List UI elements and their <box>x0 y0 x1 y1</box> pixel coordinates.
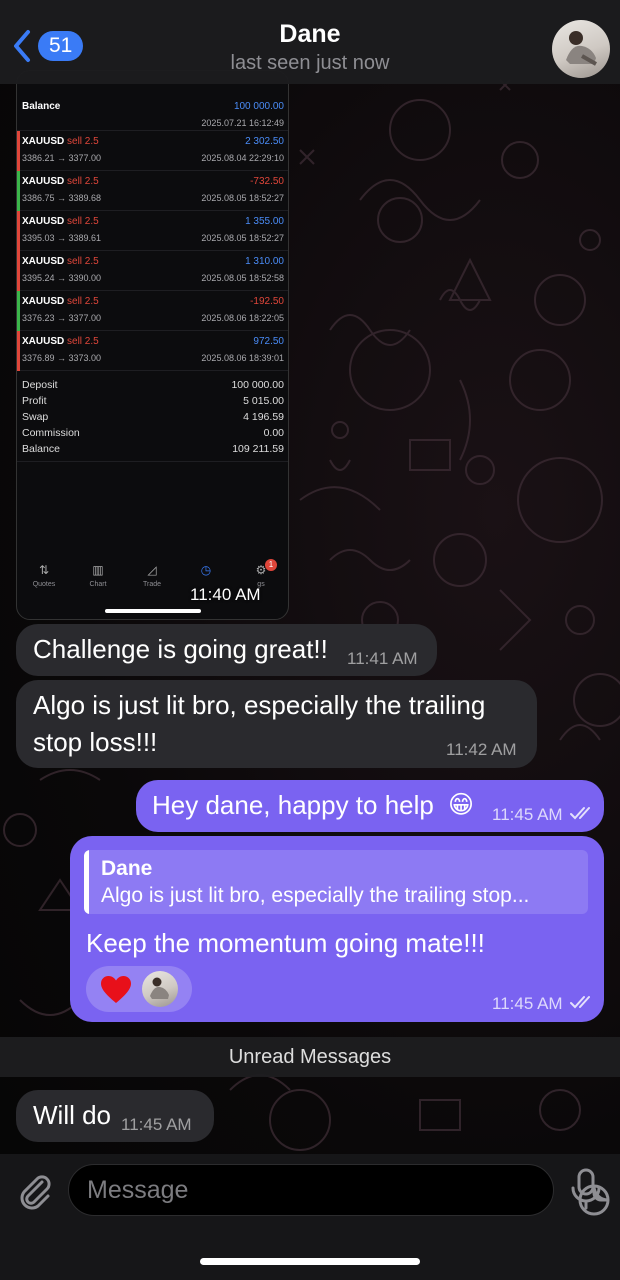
trade-icon: ◿ <box>147 563 157 577</box>
tab-trade: ◿ Trade <box>132 563 172 588</box>
message-input[interactable] <box>87 1173 487 1207</box>
trade-side-bar <box>17 291 20 331</box>
summary-balance: Balance 109 211.59 <box>22 443 284 455</box>
trade-symbol: XAUUSD sell 2.5 <box>22 176 99 187</box>
contact-avatar[interactable] <box>552 20 610 78</box>
message-time: 11:45 AM <box>121 1115 192 1134</box>
trade-symbol: XAUUSD sell 2.5 <box>22 136 99 147</box>
trade-prices: 3386.21 → 3377.00 <box>22 153 102 163</box>
message-bubble-incoming[interactable]: Challenge is going great!! 11:41 AM <box>16 624 437 676</box>
trade-symbol: XAUUSD sell 2.5 <box>22 256 99 267</box>
trade-prices: 3395.03 → 3389.61 <box>22 233 102 243</box>
trade-row: XAUUSD sell 2.5 3395.24 → 3390.00 1 310.00… <box>17 251 288 291</box>
message-input-bar <box>0 1154 620 1280</box>
heart-reaction[interactable] <box>86 966 192 1012</box>
message-time: 11:45 AM <box>492 994 563 1013</box>
heart-icon <box>101 976 131 1003</box>
trade-time: 2025.08.04 22:29:10 <box>201 153 284 163</box>
trade-symbol: XAUUSD sell 2.5 <box>22 336 99 347</box>
home-indicator <box>200 1258 420 1265</box>
trade-time: 2025.08.05 18:52:27 <box>201 193 284 203</box>
reply-author: Dane <box>101 857 153 880</box>
message-text: Hey dane, happy to help <box>152 790 434 820</box>
message-bubble-incoming[interactable]: Will do 11:45 AM <box>16 1090 214 1142</box>
summary-commission: Commission 0.00 <box>22 427 284 439</box>
trade-profit: 1 355.00 <box>245 216 284 227</box>
message-text: Challenge is going great!! <box>33 634 328 664</box>
avatar-photo-icon <box>566 31 597 66</box>
trade-profit: -192.50 <box>250 296 284 307</box>
balance-label: Balance <box>22 101 61 112</box>
trade-symbol: XAUUSD sell 2.5 <box>22 296 99 307</box>
trade-prices: 3376.89 → 3373.00 <box>22 353 102 363</box>
balance-time: 2025.07.21 16:12:49 <box>201 118 284 128</box>
trade-prices: 3376.23 → 3377.00 <box>22 313 102 323</box>
summary-profit: Profit 5 015.00 <box>22 395 284 407</box>
trade-history-screenshot[interactable]: Balance 100 000.00 2025.07.21 16:12:49 X… <box>16 70 289 620</box>
chart-icon: ▥ <box>92 563 104 577</box>
unread-messages-separator: Unread Messages <box>0 1037 620 1077</box>
quotes-icon: ⇅ <box>38 563 50 577</box>
chat-header: 51 Dane last seen just now <box>0 0 620 84</box>
trade-row: XAUUSD sell 2.5 3386.21 → 3377.00 2 302.50… <box>17 131 288 171</box>
message-bubble-outgoing[interactable]: Hey dane, happy to help 😁 11:45 AM <box>136 780 604 832</box>
message-bubble-incoming[interactable]: Algo is just lit bro, especially the tra… <box>16 680 537 768</box>
trade-side-bar <box>17 211 20 251</box>
double-check-icon <box>570 807 590 820</box>
image-time: 11:40 AM <box>190 585 261 604</box>
trade-profit: -732.50 <box>250 176 284 187</box>
trade-time: 2025.08.05 18:52:58 <box>201 273 284 283</box>
home-indicator <box>105 609 201 613</box>
message-time: 11:41 AM <box>347 649 418 668</box>
grinning-emoji-icon: 😁 <box>448 791 475 819</box>
summary-deposit: Deposit 100 000.00 <box>22 379 284 391</box>
tab-chart: ▥ Chart <box>78 563 118 588</box>
summary-swap: Swap 4 196.59 <box>22 411 284 423</box>
microphone-icon[interactable] <box>568 1168 604 1210</box>
last-seen-status: last seen just now <box>230 52 390 74</box>
paperclip-icon[interactable] <box>14 1170 54 1210</box>
trade-profit: 1 310.00 <box>245 256 284 267</box>
reply-bar <box>84 850 89 914</box>
reactor-avatar <box>142 971 178 1007</box>
message-time: 11:45 AM <box>492 805 563 824</box>
reply-text: Algo is just lit bro, especially the tra… <box>101 884 530 907</box>
reply-quote[interactable]: Dane Algo is just lit bro, especially th… <box>84 850 588 914</box>
trade-profit: 972.50 <box>253 336 284 347</box>
trade-time: 2025.08.06 18:39:01 <box>201 353 284 363</box>
trade-row: XAUUSD sell 2.5 3395.03 → 3389.61 1 355.00… <box>17 211 288 251</box>
contact-name[interactable]: Dane <box>0 20 620 49</box>
tab-quotes: ⇅ Quotes <box>24 563 64 588</box>
trade-prices: 3395.24 → 3390.00 <box>22 273 102 283</box>
trade-profit: 2 302.50 <box>245 136 284 147</box>
tab-history: ◷ <box>186 563 226 581</box>
trade-symbol: XAUUSD sell 2.5 <box>22 216 99 227</box>
trade-side-bar <box>17 251 20 291</box>
trade-row: XAUUSD sell 2.5 3376.89 → 3373.00 972.50 20… <box>17 331 288 371</box>
avatar-photo-icon <box>150 977 169 999</box>
message-text: Keep the momentum going mate!!! <box>86 928 485 958</box>
message-text-line2: stop loss!!! <box>33 727 158 757</box>
trade-time: 2025.08.06 18:22:05 <box>201 313 284 323</box>
settings-badge: 1 <box>265 559 277 571</box>
double-check-icon <box>570 996 590 1009</box>
trade-row: XAUUSD sell 2.5 3376.23 → 3377.00 -192.50 2… <box>17 291 288 331</box>
trade-prices: 3386.75 → 3389.68 <box>22 193 102 203</box>
message-time: 11:42 AM <box>446 740 517 759</box>
balance-value: 100 000.00 <box>233 101 284 112</box>
trade-side-bar <box>17 331 20 371</box>
trade-time: 2025.08.05 18:52:27 <box>201 233 284 243</box>
message-text-line1: Algo is just lit bro, especially the tra… <box>33 690 486 720</box>
trade-side-bar <box>17 131 20 171</box>
trade-row: XAUUSD sell 2.5 3386.75 → 3389.68 -732.50 2… <box>17 171 288 211</box>
trade-side-bar <box>17 171 20 211</box>
message-text: Will do <box>33 1100 112 1130</box>
message-field[interactable] <box>68 1164 610 1216</box>
divider <box>17 461 288 462</box>
history-icon: ◷ <box>200 563 212 577</box>
